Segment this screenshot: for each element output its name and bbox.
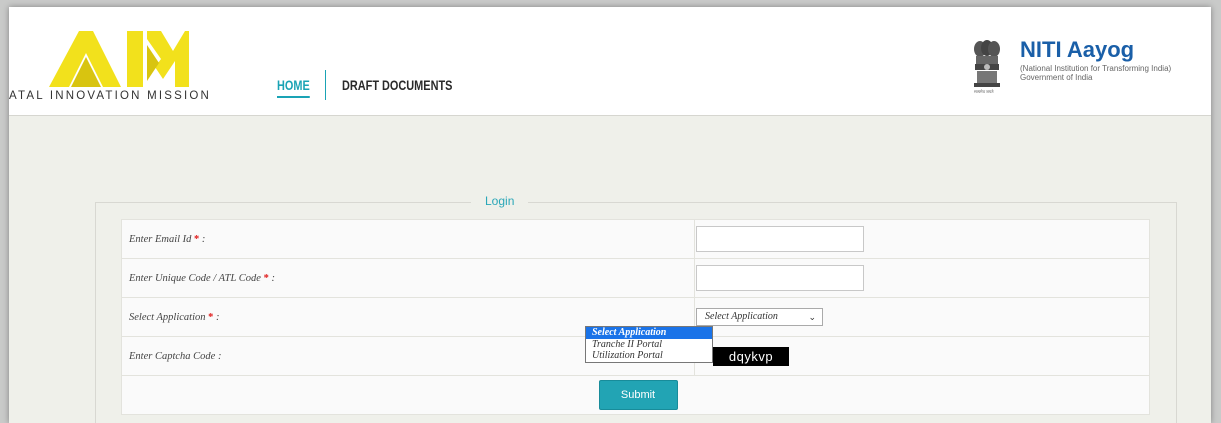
login-legend: Login — [471, 194, 529, 208]
unique-code-label-text: Enter Unique Code / ATL Code — [129, 272, 264, 284]
unique-code-label: Enter Unique Code / ATL Code * : — [121, 258, 695, 298]
captcha-image: dqykvp — [713, 347, 789, 366]
national-emblem-icon — [974, 40, 1000, 87]
aim-logo — [49, 31, 189, 87]
submit-cell: Submit — [121, 375, 1150, 415]
email-input[interactable] — [696, 226, 864, 252]
email-label-text: Enter Email Id — [129, 233, 195, 245]
site-header: ATAL INNOVATION MISSION HOME DRAFT DOCUM… — [9, 7, 1211, 116]
niti-aayog-subtitle: (National Institution for Transforming I… — [1020, 64, 1171, 82]
niti-subtitle-line1: (National Institution for Transforming I… — [1020, 64, 1172, 73]
unique-code-row: Enter Unique Code / ATL Code * : — [121, 258, 1150, 298]
email-field-cell — [694, 219, 1150, 259]
unique-code-field-cell — [694, 258, 1150, 298]
browser-window: ATAL INNOVATION MISSION HOME DRAFT DOCUM… — [9, 7, 1211, 423]
email-label: Enter Email Id * : — [121, 219, 695, 259]
dropdown-option-utilization-portal[interactable]: Utilization Portal — [586, 350, 712, 362]
nav-divider — [325, 70, 326, 100]
email-row: Enter Email Id * : — [121, 219, 1150, 259]
application-select-value: Select Application — [705, 311, 778, 322]
application-select[interactable]: Select Application ⌄ — [696, 308, 823, 326]
label-colon: : — [213, 311, 220, 323]
submit-row: Submit — [121, 375, 1150, 415]
application-label-text: Select Application — [129, 311, 209, 323]
niti-subtitle-line2: Government of India — [1020, 73, 1093, 82]
emblem-caption: सत्यमेव जयते — [974, 89, 994, 94]
application-field-cell: Select Application ⌄ — [694, 297, 1150, 337]
dropdown-option-select-application[interactable]: Select Application — [586, 327, 712, 339]
nav-home-link[interactable]: HOME — [277, 77, 310, 98]
dropdown-option-tranche-ii-portal[interactable]: Tranche II Portal — [586, 339, 712, 351]
brand-subtitle: ATAL INNOVATION MISSION — [9, 90, 212, 102]
login-form: Enter Email Id * : Enter Unique Code / A… — [121, 219, 1150, 415]
submit-button[interactable]: Submit — [598, 380, 678, 410]
niti-aayog-title: NITI Aayog — [1020, 37, 1135, 62]
unique-code-input[interactable] — [696, 265, 864, 291]
label-colon: : — [199, 233, 206, 245]
nav-draft-documents-link[interactable]: DRAFT DOCUMENTS — [342, 77, 452, 93]
label-colon: : — [268, 272, 275, 284]
application-dropdown-list: Select Application Tranche II Portal Uti… — [585, 326, 713, 363]
chevron-down-icon: ⌄ — [808, 312, 816, 322]
